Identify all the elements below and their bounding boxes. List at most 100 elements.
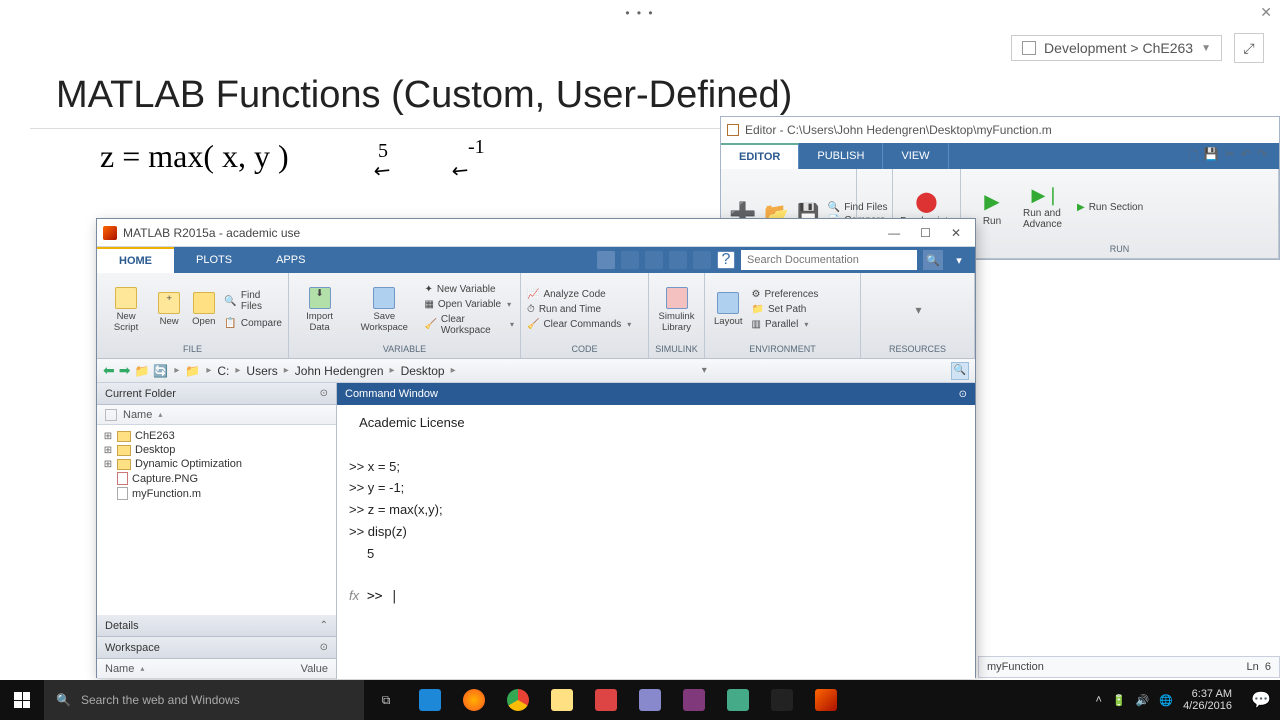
task-view-icon[interactable]: ⧉ bbox=[364, 680, 408, 720]
quick-icon[interactable]: ↶ bbox=[1241, 147, 1251, 168]
save-workspace-button[interactable]: Save Workspace bbox=[350, 287, 418, 333]
folder-refresh-icon[interactable]: 🔄 bbox=[153, 364, 168, 378]
run-group-label: RUN bbox=[969, 242, 1270, 254]
matlab-taskbar-icon[interactable] bbox=[804, 680, 848, 720]
snip-icon[interactable] bbox=[628, 680, 672, 720]
address-bar: ⬅ ➡ 📁 🔄 ▸ 📁▸ C:▸ Users▸ John Hedengren▸ … bbox=[97, 359, 975, 383]
tab-view[interactable]: VIEW bbox=[883, 143, 948, 169]
tree-folder[interactable]: ⊞Dynamic Optimization bbox=[103, 457, 330, 471]
tab-apps[interactable]: APPS bbox=[254, 247, 327, 273]
tree-file[interactable]: myFunction.m bbox=[103, 486, 330, 501]
run-section-button[interactable]: ▶ Run Section bbox=[1077, 202, 1143, 213]
preferences-button[interactable]: ⚙ Preferences bbox=[752, 288, 819, 301]
panel-collapse-icon[interactable]: ⊙ bbox=[320, 388, 328, 399]
layout-button[interactable]: Layout bbox=[711, 292, 746, 327]
search-documentation-input[interactable] bbox=[741, 250, 917, 270]
cortana-search[interactable]: 🔍 Search the web and Windows bbox=[44, 680, 364, 720]
simulink-group-label: SIMULINK bbox=[655, 342, 698, 354]
app-icon[interactable] bbox=[716, 680, 760, 720]
tab-plots[interactable]: PLOTS bbox=[174, 247, 254, 273]
network-icon[interactable]: 🌐 bbox=[1159, 694, 1173, 707]
fx-icon[interactable]: fx bbox=[349, 588, 359, 603]
nav-back-icon[interactable]: ⬅ bbox=[103, 362, 115, 379]
run-and-time-button[interactable]: ⏱ Run and Time bbox=[527, 303, 631, 316]
compare-button[interactable]: 📋 Compare bbox=[224, 317, 282, 330]
path-segment[interactable]: Desktop bbox=[401, 364, 445, 378]
matlab-titlebar[interactable]: MATLAB R2015a - academic use — ☐ ✕ bbox=[97, 219, 975, 247]
quick-icon[interactable] bbox=[669, 251, 687, 269]
quick-icon[interactable] bbox=[645, 251, 663, 269]
close-icon[interactable]: ✕ bbox=[1260, 4, 1272, 21]
simulink-library-button[interactable]: Simulink Library bbox=[655, 287, 698, 333]
tray-chevron-icon[interactable]: ˄ bbox=[1096, 694, 1102, 706]
command-window[interactable]: Academic License >> x = 5; >> y = -1; >>… bbox=[337, 405, 975, 679]
path-segment[interactable]: C: bbox=[217, 364, 229, 378]
editor-app-icon bbox=[727, 124, 739, 136]
quick-icon[interactable]: 💾 bbox=[1204, 147, 1219, 168]
analyze-code-button[interactable]: 📈 Analyze Code bbox=[527, 288, 631, 301]
onenote-icon[interactable] bbox=[672, 680, 716, 720]
clear-workspace-button[interactable]: 🧹 Clear Workspace ▾ bbox=[424, 313, 514, 337]
details-header[interactable]: Details ⌃ bbox=[97, 615, 336, 637]
clear-commands-button[interactable]: 🧹 Clear Commands ▾ bbox=[527, 318, 631, 331]
tab-publish[interactable]: PUBLISH bbox=[799, 143, 883, 169]
firefox-icon[interactable] bbox=[452, 680, 496, 720]
workspace-header[interactable]: Workspace ⊙ bbox=[97, 637, 336, 659]
run-advance-button[interactable]: ▶❘Run and Advance bbox=[1023, 185, 1069, 230]
editor-titlebar[interactable]: Editor - C:\Users\John Hedengren\Desktop… bbox=[721, 117, 1279, 143]
tab-editor[interactable]: EDITOR bbox=[721, 143, 799, 169]
maximize-button[interactable]: ☐ bbox=[920, 226, 931, 240]
volume-icon[interactable]: 🔊 bbox=[1136, 694, 1150, 707]
fullscreen-button[interactable]: ⤢ bbox=[1234, 33, 1264, 63]
set-path-button[interactable]: 📁 Set Path bbox=[752, 303, 819, 316]
chevron-down-icon: ▼ bbox=[1201, 43, 1211, 54]
edge-icon[interactable] bbox=[408, 680, 452, 720]
parallel-button[interactable]: ▥ Parallel ▾ bbox=[752, 318, 819, 331]
new-button[interactable]: +New bbox=[155, 292, 183, 327]
search-button[interactable]: 🔍 bbox=[923, 250, 943, 270]
clock[interactable]: 6:37 AM 4/26/2016 bbox=[1183, 688, 1232, 712]
tab-home[interactable]: HOME bbox=[97, 247, 174, 273]
notifications-icon[interactable]: 💬 bbox=[1242, 680, 1280, 720]
explorer-icon[interactable] bbox=[540, 680, 584, 720]
new-script-button[interactable]: New Script bbox=[103, 287, 149, 333]
nav-forward-icon[interactable]: ➡ bbox=[119, 362, 131, 379]
onenote-breadcrumb[interactable]: Development > ChE263 ▼ bbox=[1011, 35, 1222, 61]
arrow-icon: ↙ bbox=[368, 156, 397, 186]
quick-icon[interactable]: ✂ bbox=[1225, 147, 1235, 168]
find-files-button[interactable]: 🔍 Find Files bbox=[224, 289, 282, 313]
dropdown-icon[interactable]: ▾ bbox=[949, 250, 969, 270]
tree-file[interactable]: Capture.PNG bbox=[103, 471, 330, 486]
path-search-icon[interactable]: 🔍 bbox=[951, 362, 969, 380]
path-segment[interactable]: John Hedengren bbox=[295, 364, 384, 378]
open-variable-button[interactable]: ▦ Open Variable ▾ bbox=[424, 298, 514, 311]
chevron-up-icon[interactable]: ⌃ bbox=[320, 620, 328, 631]
help-icon[interactable]: ? bbox=[717, 251, 735, 269]
app-icon[interactable] bbox=[584, 680, 628, 720]
folder-up-icon[interactable]: 📁 bbox=[134, 364, 149, 378]
panel-collapse-icon[interactable]: ⊙ bbox=[320, 642, 328, 653]
workspace-columns[interactable]: Name ▴ Value bbox=[97, 659, 336, 679]
name-column-header[interactable]: Name ▴ bbox=[97, 405, 336, 425]
minimize-button[interactable]: — bbox=[888, 226, 900, 240]
matlab-logo-icon bbox=[103, 226, 117, 240]
close-button[interactable]: ✕ bbox=[951, 226, 961, 240]
quick-icon[interactable]: ↷ bbox=[1257, 147, 1267, 168]
import-data-button[interactable]: ⬇Import Data bbox=[295, 287, 344, 333]
chrome-icon[interactable] bbox=[496, 680, 540, 720]
command-window-header[interactable]: Command Window ⊙ bbox=[337, 383, 975, 405]
terminal-icon[interactable] bbox=[760, 680, 804, 720]
quick-icon[interactable]: 🗋 bbox=[1188, 147, 1198, 168]
tree-folder[interactable]: ⊞Desktop bbox=[103, 443, 330, 457]
quick-icon[interactable] bbox=[621, 251, 639, 269]
new-variable-button[interactable]: ✦ New Variable bbox=[424, 283, 514, 296]
panel-menu-icon[interactable]: ⊙ bbox=[959, 389, 967, 400]
open-button[interactable]: Open bbox=[189, 292, 218, 327]
battery-icon[interactable]: 🔋 bbox=[1112, 694, 1126, 707]
quick-icon[interactable] bbox=[597, 251, 615, 269]
start-button[interactable] bbox=[0, 680, 44, 720]
quick-icon[interactable] bbox=[693, 251, 711, 269]
current-folder-header[interactable]: Current Folder ⊙ bbox=[97, 383, 336, 405]
path-segment[interactable]: Users bbox=[246, 364, 277, 378]
tree-folder[interactable]: ⊞ChE263 bbox=[103, 429, 330, 443]
